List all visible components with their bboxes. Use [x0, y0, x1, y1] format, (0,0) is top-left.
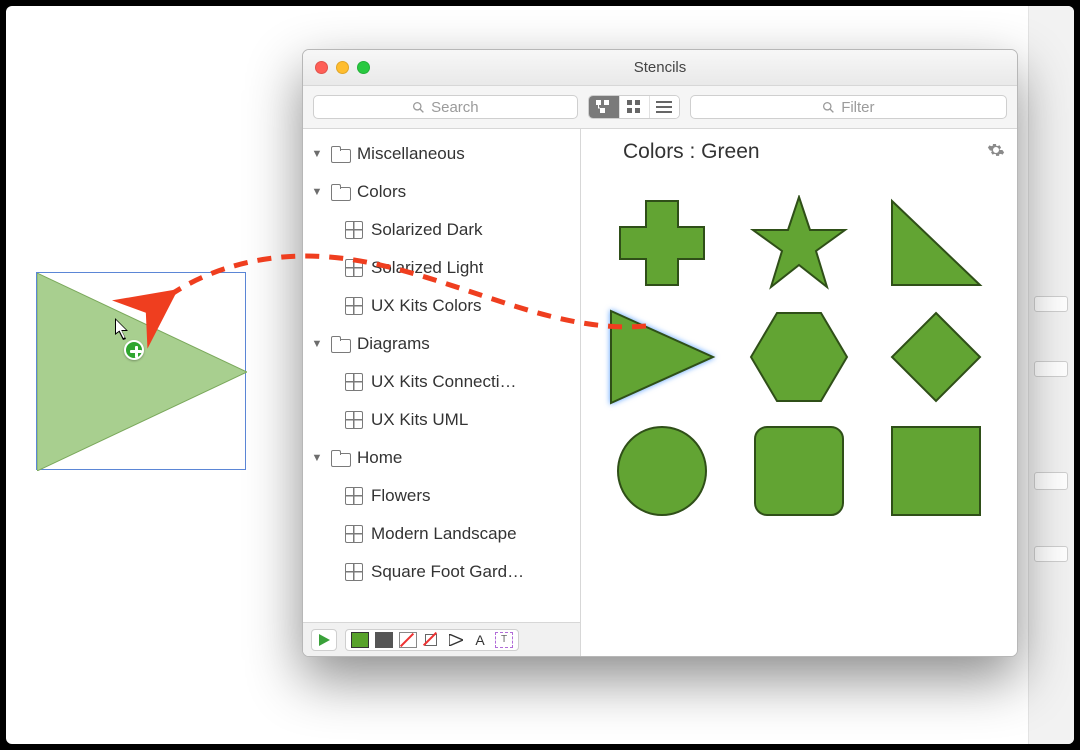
shape-diamond[interactable] [888, 309, 984, 405]
stencil-icon [345, 563, 363, 581]
toolbar: Search Filter [303, 86, 1017, 129]
filter-input[interactable]: Filter [690, 95, 1007, 119]
mouse-cursor-icon [115, 318, 133, 342]
stencil-icon [345, 259, 363, 277]
stencil-icon [345, 525, 363, 543]
shape-square[interactable] [888, 423, 984, 519]
tool-line-style[interactable] [375, 632, 393, 648]
tool-text-a[interactable]: A [471, 632, 489, 648]
disclosure-triangle-icon[interactable]: ▼ [311, 452, 323, 464]
tool-triangle-outline[interactable] [447, 632, 465, 648]
folder-icon [331, 451, 349, 466]
inspector-strip [1028, 6, 1074, 744]
inspector-ghost [1034, 361, 1068, 377]
tree-item[interactable]: Solarized Light [303, 249, 580, 287]
tree-folder-home[interactable]: ▼ Home [303, 439, 580, 477]
tree-folder-diagrams[interactable]: ▼ Diagrams [303, 325, 580, 363]
tool-fill-swatch[interactable] [351, 632, 369, 648]
shape-rounded-square[interactable] [751, 423, 847, 519]
view-mode-list-button[interactable] [649, 96, 679, 118]
tree-folder-colors[interactable]: ▼ Colors [303, 173, 580, 211]
folder-icon [331, 185, 349, 200]
window-title: Stencils [303, 59, 1017, 76]
tree-label: Solarized Light [371, 258, 483, 278]
stencil-icon [345, 221, 363, 239]
gallery: Colors : Green [581, 129, 1017, 656]
tool-text-box[interactable]: T [495, 632, 513, 648]
view-mode-grid-button[interactable] [619, 96, 649, 118]
stencil-icon [345, 411, 363, 429]
window-close-button[interactable] [315, 61, 328, 74]
stencils-window: Stencils Search Filter [302, 49, 1018, 657]
shape-hexagon[interactable] [747, 309, 851, 405]
stencil-icon [593, 142, 613, 162]
tree-label: Flowers [371, 486, 431, 506]
canvas-drop-target[interactable] [36, 272, 246, 470]
folder-icon [331, 147, 349, 162]
tree-label: Diagrams [357, 334, 430, 354]
bottom-toolbar: A T [303, 622, 580, 656]
search-input[interactable]: Search [313, 95, 578, 119]
tool-no-stroke[interactable] [423, 632, 441, 648]
disclosure-triangle-icon[interactable]: ▼ [311, 148, 323, 160]
inspector-ghost [1034, 546, 1068, 562]
tree-item[interactable]: UX Kits Connecti… [303, 363, 580, 401]
titlebar[interactable]: Stencils [303, 50, 1017, 86]
stencil-icon [345, 487, 363, 505]
tree-label: Home [357, 448, 402, 468]
tree-item[interactable]: Solarized Dark [303, 211, 580, 249]
tree-folder-miscellaneous[interactable]: ▼ Miscellaneous [303, 135, 580, 173]
tree-label: Miscellaneous [357, 144, 465, 164]
shape-circle[interactable] [614, 423, 710, 519]
folder-icon [331, 337, 349, 352]
tree-label: Square Foot Gard… [371, 562, 524, 582]
tree-label: UX Kits Colors [371, 296, 482, 316]
shape-plus[interactable] [616, 197, 708, 289]
shape-right-triangle[interactable] [888, 197, 984, 289]
stencil-tree[interactable]: ▼ Miscellaneous ▼ Colors Solarized Dark [303, 129, 580, 622]
window-minimize-button[interactable] [336, 61, 349, 74]
tool-play-button[interactable] [311, 629, 337, 651]
search-placeholder: Search [431, 99, 479, 116]
copy-plus-badge-icon [124, 340, 144, 360]
stencil-icon [345, 297, 363, 315]
tool-style-group: A T [345, 629, 519, 651]
window-zoom-button[interactable] [357, 61, 370, 74]
gallery-header: Colors : Green [581, 129, 1017, 175]
stencil-icon [345, 373, 363, 391]
inspector-ghost [1034, 472, 1068, 490]
tree-label: UX Kits Connecti… [371, 372, 517, 392]
tree-label: Modern Landscape [371, 524, 517, 544]
search-icon [412, 101, 425, 114]
disclosure-triangle-icon[interactable]: ▼ [311, 338, 323, 350]
sidebar: ▼ Miscellaneous ▼ Colors Solarized Dark [303, 129, 581, 656]
tool-no-fill[interactable] [399, 632, 417, 648]
shapes-grid [581, 175, 1017, 656]
disclosure-triangle-icon[interactable]: ▼ [311, 186, 323, 198]
tree-label: Solarized Dark [371, 220, 483, 240]
view-mode-segment [588, 95, 680, 119]
tree-item[interactable]: UX Kits UML [303, 401, 580, 439]
filter-placeholder: Filter [841, 99, 874, 116]
gallery-title: Colors : Green [623, 140, 760, 164]
inspector-ghost [1034, 296, 1068, 312]
drop-shape-preview [37, 273, 247, 471]
tree-item[interactable]: Modern Landscape [303, 515, 580, 553]
tree-label: UX Kits UML [371, 410, 468, 430]
search-icon [822, 101, 835, 114]
shape-star[interactable] [749, 195, 849, 291]
shape-play-triangle[interactable] [607, 307, 717, 407]
gear-icon[interactable] [987, 141, 1005, 164]
tree-label: Colors [357, 182, 406, 202]
view-mode-tree-button[interactable] [589, 96, 619, 118]
tree-item[interactable]: UX Kits Colors [303, 287, 580, 325]
tree-item[interactable]: Square Foot Gard… [303, 553, 580, 591]
tree-item[interactable]: Flowers [303, 477, 580, 515]
